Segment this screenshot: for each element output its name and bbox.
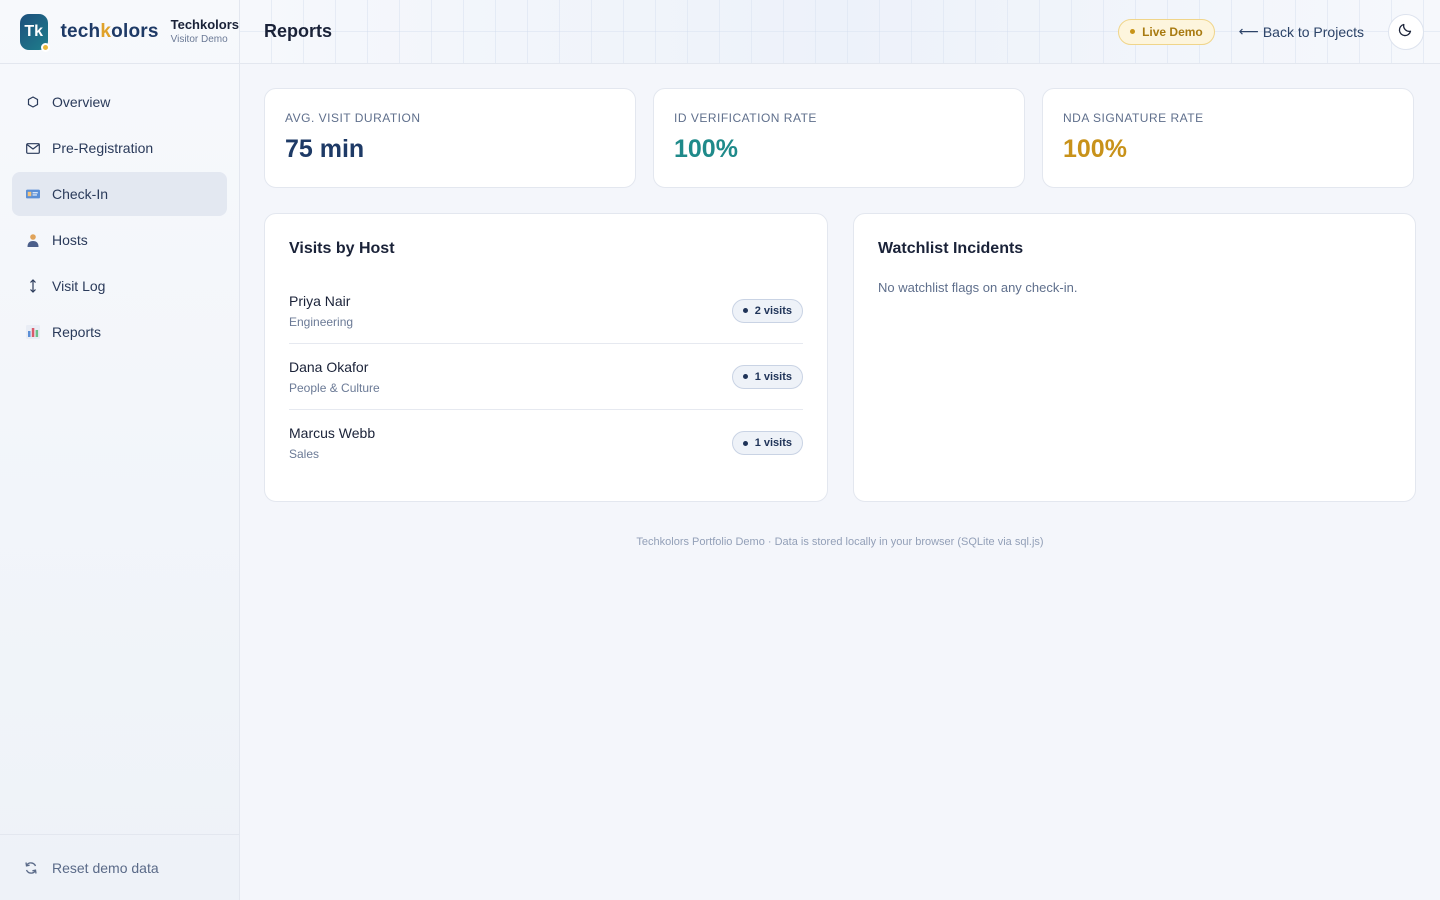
visit-count-badge: 2 visits (731, 298, 803, 323)
live-demo-badge: Live Demo (1118, 18, 1215, 45)
sidebar-item-overview[interactable]: Overview (12, 80, 227, 124)
bar-chart-icon (26, 325, 40, 339)
stat-value: 75 min (285, 135, 365, 163)
back-link-label: Back to Projects (1262, 23, 1364, 40)
panel-title: Visits by Host (289, 240, 395, 257)
stat-label: NDA SIGNATURE RATE (1063, 111, 1204, 125)
sidebar-nav: Overview Pre-Registration Check-In Hosts… (0, 64, 239, 372)
header-actions: Live Demo ⟵ Back to Projects (1118, 13, 1424, 50)
host-name: Priya Nair (289, 292, 351, 309)
stat-card-nda-signature-rate: NDA SIGNATURE RATE 100% (1042, 88, 1414, 188)
stat-label: AVG. VISIT DURATION (285, 111, 421, 125)
stat-label: ID VERIFICATION RATE (674, 111, 817, 125)
badge-dot (742, 308, 748, 313)
top-header: Reports Live Demo ⟵ Back to Projects (240, 0, 1440, 64)
hexagon-icon (26, 95, 40, 109)
list-item[interactable]: Marcus Webb Sales 1 visits (289, 410, 803, 476)
panels-row: Visits by Host Priya Nair Engineering 2 … (264, 213, 1416, 502)
sidebar-item-label: Hosts (52, 232, 88, 248)
visit-count: 1 visits (754, 437, 792, 449)
visits-by-host-panel: Visits by Host Priya Nair Engineering 2 … (264, 213, 828, 502)
sidebar-item-check-in[interactable]: Check-In (12, 172, 227, 216)
visit-count: 1 visits (754, 370, 792, 383)
sidebar: Tk techkolors Techkolors Visitor Demo Ov… (0, 0, 240, 900)
page-title: Reports (264, 21, 333, 41)
panel-title: Watchlist Incidents (878, 240, 1024, 257)
sidebar-item-reports[interactable]: Reports (12, 310, 227, 354)
host-department: People & Culture (289, 380, 380, 395)
host-department: Engineering (289, 314, 354, 329)
host-department: Sales (289, 447, 320, 461)
visit-count-badge: 1 visits (731, 364, 803, 389)
wordmark-post: olors (111, 20, 159, 42)
sidebar-item-visit-log[interactable]: Visit Log (12, 264, 227, 308)
refresh-icon (24, 861, 38, 875)
badge-dot (742, 440, 748, 446)
stats-row: AVG. VISIT DURATION 75 min ID VERIFICATI… (264, 88, 1416, 188)
moon-icon (1398, 21, 1414, 42)
stat-value: 100% (1063, 135, 1127, 163)
arrow-left-icon: ⟵ (1238, 23, 1259, 39)
sidebar-item-label: Reports (52, 324, 102, 340)
brand-subtitle: Visitor Demo (170, 34, 228, 46)
sidebar-item-label: Visit Log (52, 278, 106, 294)
visit-count: 2 visits (754, 304, 792, 317)
stat-card-avg-visit-duration: AVG. VISIT DURATION 75 min (264, 88, 636, 188)
list-item[interactable]: Priya Nair Engineering 2 visits (289, 278, 803, 344)
host-info: Marcus Webb Sales (289, 425, 375, 461)
host-info: Dana Okafor People & Culture (289, 359, 380, 395)
company-name: Techkolors (170, 16, 239, 32)
badge-dot (742, 374, 748, 379)
stat-value: 100% (674, 135, 738, 163)
brand-subtitle-block: Techkolors Visitor Demo (170, 16, 239, 46)
footer-note: Techkolors Portfolio Demo · Data is stor… (636, 536, 1044, 548)
live-badge-label: Live Demo (1142, 24, 1203, 39)
logo-status-dot (40, 42, 50, 52)
up-down-arrow-icon (26, 279, 40, 293)
reset-demo-button[interactable]: Reset demo data (0, 834, 239, 900)
sidebar-item-label: Check-In (52, 186, 109, 202)
id-card-icon (26, 187, 40, 201)
visit-count-badge: 1 visits (731, 431, 803, 455)
list-item[interactable]: Dana Okafor People & Culture 1 visits (289, 344, 803, 410)
host-name: Dana Okafor (289, 358, 369, 375)
back-to-projects-link[interactable]: ⟵ Back to Projects (1239, 23, 1364, 40)
sidebar-item-pre-registration[interactable]: Pre-Registration (12, 126, 227, 170)
reset-demo-label: Reset demo data (52, 859, 159, 876)
empty-state-text: No watchlist flags on any check-in. (878, 280, 1078, 295)
person-icon (26, 233, 40, 247)
logo-badge: Tk (20, 13, 50, 52)
sidebar-item-label: Pre-Registration (52, 140, 154, 156)
sidebar-item-label: Overview (52, 94, 111, 110)
stat-card-id-verification-rate: ID VERIFICATION RATE 100% (653, 88, 1025, 188)
watchlist-incidents-panel: Watchlist Incidents No watchlist flags o… (853, 213, 1416, 502)
main-content: AVG. VISIT DURATION 75 min ID VERIFICATI… (264, 88, 1416, 502)
wordmark-pre: tech (60, 20, 101, 42)
envelope-icon (26, 141, 40, 155)
logo-text: Tk (24, 22, 44, 40)
brand[interactable]: Tk techkolors Techkolors Visitor Demo (0, 0, 239, 64)
sidebar-item-hosts[interactable]: Hosts (12, 218, 227, 262)
wordmark-k: k (100, 20, 112, 42)
wordmark: techkolors (61, 21, 159, 43)
host-name: Marcus Webb (289, 425, 376, 441)
theme-toggle-button[interactable] (1388, 13, 1424, 50)
host-list: Priya Nair Engineering 2 visits Dana Oka… (289, 278, 803, 476)
live-dot (1130, 29, 1136, 34)
host-info: Priya Nair Engineering (289, 293, 353, 329)
